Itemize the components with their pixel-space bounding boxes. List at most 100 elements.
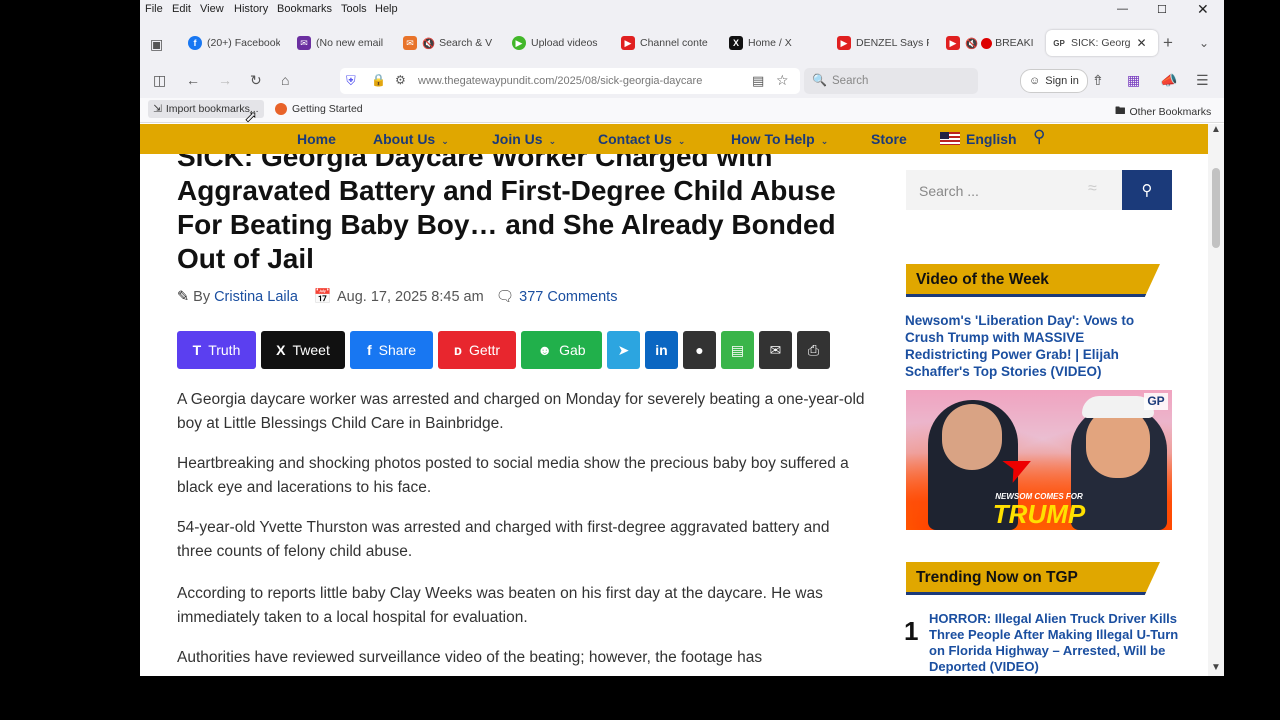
share-email-button[interactable]: ✉ — [759, 331, 792, 369]
facebook-icon: f — [188, 36, 202, 50]
minimize-icon[interactable]: — — [1117, 3, 1128, 15]
permissions-icon[interactable]: ⚙ — [395, 73, 406, 87]
browser-search-input[interactable]: 🔍 Search — [804, 68, 978, 94]
tab-active-article[interactable]: GP SICK: Georg ✕ — [1046, 30, 1158, 56]
tab-breaking[interactable]: ▶ 🔇 BREAKI — [946, 30, 1036, 56]
x-icon: X — [276, 342, 286, 358]
gab-icon: ☻ — [537, 342, 553, 358]
nav-store[interactable]: Store — [871, 131, 907, 147]
comments-link[interactable]: 377 Comments — [519, 289, 617, 305]
tab-manager-icon[interactable]: ▣ — [150, 36, 163, 53]
close-tab-icon[interactable]: ✕ — [1137, 36, 1147, 50]
menu-file[interactable]: File — [145, 3, 163, 15]
nav-label: Home — [297, 131, 336, 147]
sidebar-toggle-icon[interactable]: ◫ — [153, 72, 166, 89]
nav-contact-us[interactable]: Contact Us ⌄ — [598, 131, 685, 147]
truth-social-icon: T — [192, 342, 202, 358]
chevron-down-icon: ⌄ — [677, 136, 686, 146]
reload-icon[interactable]: ↻ — [250, 72, 262, 89]
menu-hamburger-icon[interactable]: ☰ — [1196, 72, 1209, 89]
gettr-icon: ᴅ — [453, 342, 462, 358]
trending-link[interactable]: HORROR: Illegal Alien Truck Driver Kills… — [929, 611, 1179, 675]
tab-channel-content[interactable]: ▶ Channel conte — [621, 30, 713, 56]
nav-how-to-help[interactable]: How To Help ⌄ — [731, 131, 828, 147]
scrollbar-thumb[interactable] — [1212, 168, 1220, 248]
share-facebook-button[interactable]: f Share — [350, 331, 433, 369]
page-scrollbar[interactable]: ▲ ▼ — [1208, 124, 1224, 676]
shield-icon[interactable]: ⛨ — [346, 73, 356, 89]
sign-in-button[interactable]: ☺ Sign in — [1020, 69, 1088, 93]
share-message-button[interactable]: ▤ — [721, 331, 754, 369]
share-sms-button[interactable]: ● — [683, 331, 716, 369]
share-gab-button[interactable]: ☻ Gab — [521, 331, 602, 369]
nav-label: About Us — [373, 131, 436, 147]
nav-about-us[interactable]: About Us ⌄ — [373, 131, 449, 147]
share-label: Gab — [559, 342, 586, 358]
message-icon: ▤ — [730, 341, 745, 358]
forward-icon[interactable]: → — [218, 72, 232, 88]
menu-view[interactable]: View — [200, 3, 224, 15]
tab-home-x[interactable]: X Home / X — [729, 30, 821, 56]
share-truth-button[interactable]: T Truth — [177, 331, 256, 369]
navigation-bar: ◫ ← → ↻ ⌂ ⛨ 🔒 ⚙ www.thegatewaypundit.com… — [140, 64, 1224, 98]
tab-upload-videos[interactable]: ▶ Upload videos — [512, 30, 604, 56]
scroll-up-icon[interactable]: ▲ — [1211, 124, 1221, 135]
sidebar-search-input[interactable]: Search ... ≈ — [906, 170, 1122, 210]
menu-bookmarks[interactable]: Bookmarks — [277, 3, 332, 15]
bookmark-label: Getting Started — [292, 103, 363, 115]
bookmark-star-icon[interactable]: ☆ — [776, 72, 789, 89]
extension-icon[interactable]: ▦ — [1127, 72, 1140, 89]
video-of-week-link[interactable]: Newsom's 'Liberation Day': Vows to Crush… — [905, 312, 1165, 380]
nav-label: English — [966, 131, 1017, 147]
menu-history[interactable]: History — [234, 3, 268, 15]
menu-help[interactable]: Help — [375, 3, 398, 15]
share-linkedin-button[interactable]: in — [645, 331, 678, 369]
maximize-icon[interactable]: ☐ — [1157, 3, 1167, 16]
url-bar[interactable]: ⛨ 🔒 ⚙ www.thegatewaypundit.com/2025/08/s… — [340, 68, 800, 94]
back-icon[interactable]: ← — [186, 72, 200, 88]
mute-icon[interactable]: 🔇 — [422, 37, 435, 50]
chevron-down-icon[interactable]: ⌄ — [1199, 36, 1209, 50]
author-link[interactable]: Cristina Laila — [214, 289, 298, 305]
firefox-icon — [275, 103, 287, 115]
megaphone-icon[interactable]: 📣 — [1160, 72, 1177, 89]
nav-join-us[interactable]: Join Us ⌄ — [492, 131, 556, 147]
tab-facebook[interactable]: f (20+) Facebook — [188, 30, 280, 56]
menu-bar: File Edit View History Bookmarks Tools H… — [140, 0, 1224, 20]
tab-denzel[interactable]: ▶ DENZEL Says F — [837, 30, 929, 56]
share-telegram-button[interactable]: ➤ — [607, 331, 640, 369]
share-tweet-button[interactable]: X Tweet — [261, 331, 345, 369]
menu-edit[interactable]: Edit — [172, 3, 191, 15]
tab-email[interactable]: ✉ (No new email — [297, 30, 385, 56]
gp-badge: GP — [1144, 393, 1168, 410]
nav-label: Join Us — [492, 131, 543, 147]
bookmark-getting-started[interactable]: Getting Started — [275, 103, 363, 115]
home-icon[interactable]: ⌂ — [281, 72, 289, 88]
menu-tools[interactable]: Tools — [341, 3, 367, 15]
tab-search[interactable]: ✉ 🔇 Search & V — [403, 30, 495, 56]
site-navigation: Home About Us ⌄ Join Us ⌄ Contact Us ⌄ How … — [140, 124, 1208, 154]
extensions-icon[interactable]: ⇮ — [1092, 72, 1104, 89]
new-tab-icon[interactable]: + — [1163, 33, 1173, 53]
share-label: Tweet — [292, 342, 330, 358]
tab-label: Channel conte — [640, 37, 708, 49]
lock-icon[interactable]: 🔒 — [371, 73, 386, 87]
close-window-icon[interactable]: ✕ — [1197, 1, 1209, 18]
tab-label: (20+) Facebook — [207, 37, 280, 49]
other-bookmarks[interactable]: 🖿 Other Bookmarks — [1115, 103, 1211, 121]
scroll-down-icon[interactable]: ▼ — [1211, 662, 1221, 673]
section-title: Video of the Week — [916, 271, 1049, 288]
nav-home[interactable]: Home — [297, 131, 336, 147]
chevron-down-icon: ⌄ — [548, 136, 557, 146]
video-thumbnail[interactable]: ➤ GP NEWSOM COMES FOR TRUMP — [906, 390, 1172, 530]
reader-view-icon[interactable]: ▤ — [752, 73, 764, 89]
share-gettr-button[interactable]: ᴅ Gettr — [438, 331, 516, 369]
browser-window: File Edit View History Bookmarks Tools H… — [140, 0, 1224, 676]
video-of-week-header: Video of the Week — [906, 264, 1160, 297]
print-button[interactable]: ⎙ — [797, 331, 830, 369]
mute-icon[interactable]: 🔇 — [965, 37, 978, 50]
chevron-down-icon: ⌄ — [441, 136, 449, 146]
site-search-icon[interactable]: ⚲ — [1033, 127, 1045, 147]
sidebar-search-button[interactable]: ⚲ — [1122, 170, 1172, 210]
nav-language[interactable]: English — [940, 131, 1017, 147]
